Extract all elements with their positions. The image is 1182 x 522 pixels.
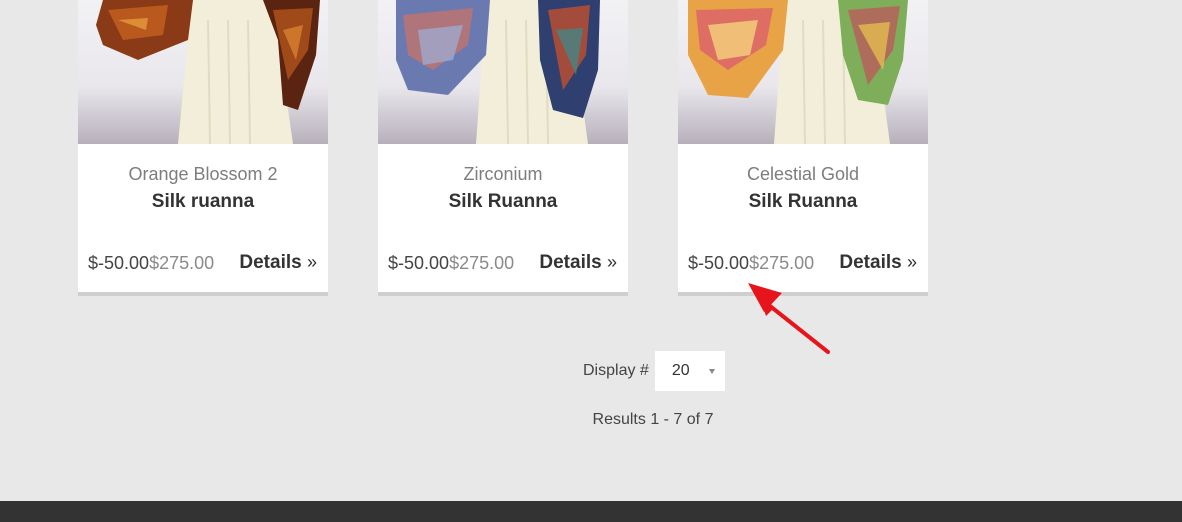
price-row: $-50.00$275.00 xyxy=(88,253,214,274)
product-type-name: Silk ruanna xyxy=(151,191,255,212)
regular-price: $275.00 xyxy=(149,253,215,273)
regular-price: $275.00 xyxy=(449,253,515,273)
product-card: Celestial Gold Silk Ruanna $-50.00$275.0… xyxy=(678,0,928,296)
product-image[interactable] xyxy=(78,0,328,144)
details-label: Details xyxy=(239,252,302,273)
product-image[interactable] xyxy=(378,0,628,144)
product-type-name: Silk Ruanna xyxy=(748,191,858,212)
chevron-right-icon: » xyxy=(306,252,317,272)
details-link[interactable]: Details » xyxy=(239,252,317,274)
chevron-right-icon: » xyxy=(606,252,617,272)
display-label: Display # xyxy=(583,362,649,379)
footer xyxy=(0,501,1182,522)
product-type-name: Silk Ruanna xyxy=(448,191,558,212)
details-label: Details xyxy=(839,252,902,273)
product-card: Orange Blossom 2 Silk ruanna $-50.00$275… xyxy=(78,0,328,296)
product-card: Zirconium Silk Ruanna $-50.00$275.00 Det… xyxy=(378,0,628,296)
details-link[interactable]: Details » xyxy=(539,252,617,274)
product-color-name: Orange Blossom 2 xyxy=(128,164,278,184)
results-count: Results 1 - 7 of 7 xyxy=(592,411,714,428)
display-count-control: Display # 20 xyxy=(583,351,725,391)
caret-down-icon xyxy=(708,369,715,374)
discount-price: $-50.00 xyxy=(688,253,750,273)
product-color-name: Zirconium xyxy=(463,164,543,184)
chevron-right-icon: » xyxy=(906,252,917,272)
display-count-value: 20 xyxy=(671,362,690,379)
price-row: $-50.00$275.00 xyxy=(688,253,814,274)
product-color-name: Celestial Gold xyxy=(746,164,860,184)
price-row: $-50.00$275.00 xyxy=(388,253,514,274)
details-link[interactable]: Details » xyxy=(839,252,917,274)
display-count-select[interactable]: 20 xyxy=(654,351,725,391)
details-label: Details xyxy=(539,252,602,273)
discount-price: $-50.00 xyxy=(88,253,150,273)
discount-price: $-50.00 xyxy=(388,253,450,273)
regular-price: $275.00 xyxy=(749,253,815,273)
product-image[interactable] xyxy=(678,0,928,144)
